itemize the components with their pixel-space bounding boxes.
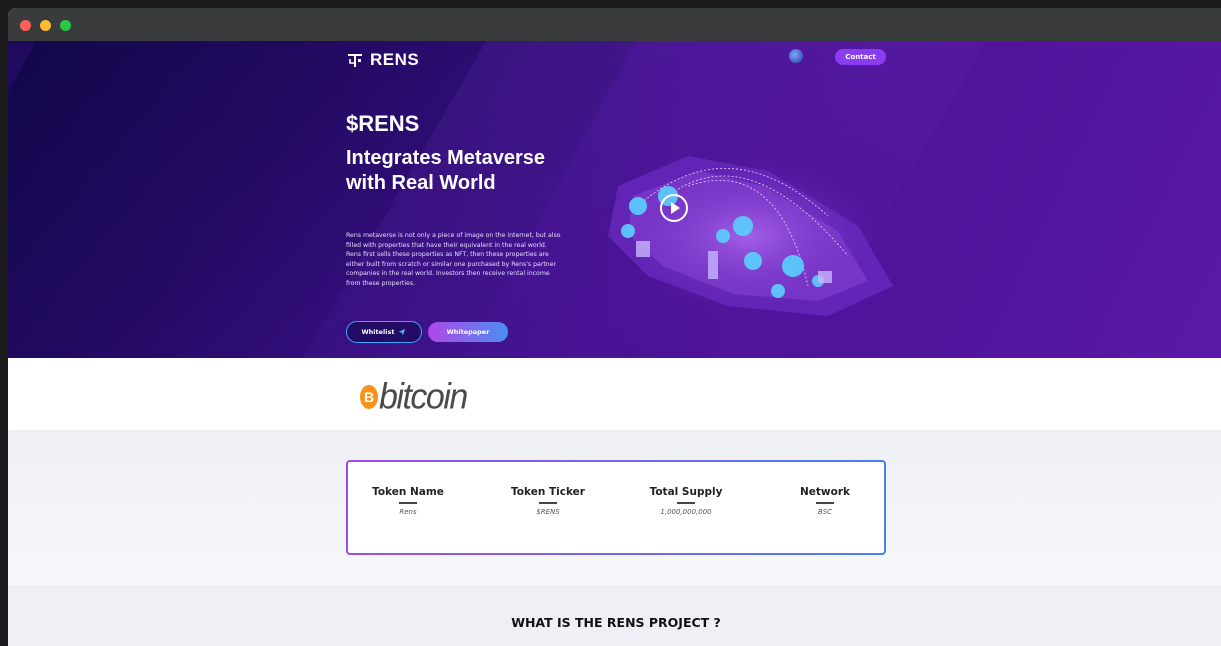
token-ticker-value: $RENS	[536, 507, 560, 516]
network-column: Network BSC	[765, 486, 885, 516]
token-name-value: Rens	[399, 507, 417, 516]
divider	[539, 502, 557, 504]
divider	[677, 502, 695, 504]
close-window-button[interactable]	[20, 20, 31, 31]
bitcoin-coin-icon: B	[360, 385, 378, 409]
divider	[816, 502, 834, 504]
contact-button[interactable]: Contact	[835, 49, 886, 65]
whitepaper-button[interactable]: Whitepaper	[428, 322, 508, 342]
hero-description: Rens metaverse is not only a piece of im…	[346, 232, 561, 287]
about-section: WHAT IS THE RENS PROJECT ?	[8, 585, 1221, 646]
maximize-window-button[interactable]	[60, 20, 71, 31]
token-info-section: Token Name Rens Token Ticker $RENS Total…	[8, 430, 1221, 585]
token-name-column: Token Name Rens	[348, 486, 468, 516]
play-video-button[interactable]	[660, 194, 688, 222]
whitelist-button[interactable]: Whitelist	[346, 321, 422, 343]
bitcoin-wordmark: bitcoin	[379, 377, 468, 417]
total-supply-column: Total Supply 1,000,000,000	[626, 486, 746, 516]
network-value: BSC	[817, 507, 833, 516]
token-info-card: Token Name Rens Token Ticker $RENS Total…	[346, 460, 886, 555]
total-supply-value: 1,000,000,000	[660, 507, 712, 516]
network-label: Network	[799, 486, 850, 498]
total-supply-label: Total Supply	[649, 486, 723, 498]
hero-ticker: $RENS	[346, 111, 420, 136]
rens-logo-icon	[348, 54, 362, 67]
about-title: WHAT IS THE RENS PROJECT ?	[511, 615, 721, 630]
sponsor-strip: B bitcoin	[8, 358, 1221, 430]
globe-icon[interactable]	[789, 49, 803, 63]
window-titlebar	[8, 8, 1221, 41]
browser-window: RENS Contact $RENS Integrates Metaverse …	[8, 8, 1221, 646]
paper-plane-icon	[399, 328, 406, 336]
hero-headline: Integrates Metaverse with Real World	[346, 147, 545, 194]
whitelist-label: Whitelist	[361, 328, 395, 336]
metaverse-map-illustration	[608, 156, 893, 316]
play-icon	[671, 202, 680, 214]
divider	[399, 502, 417, 504]
hero-section: RENS Contact $RENS Integrates Metaverse …	[8, 41, 1221, 358]
brand-logo[interactable]: RENS	[346, 50, 419, 70]
brand-name: RENS	[370, 50, 420, 69]
minimize-window-button[interactable]	[40, 20, 51, 31]
token-ticker-label: Token Ticker	[511, 486, 585, 498]
bitcoin-logo: B bitcoin	[360, 377, 468, 417]
token-ticker-column: Token Ticker $RENS	[488, 486, 608, 516]
token-name-label: Token Name	[372, 486, 444, 498]
